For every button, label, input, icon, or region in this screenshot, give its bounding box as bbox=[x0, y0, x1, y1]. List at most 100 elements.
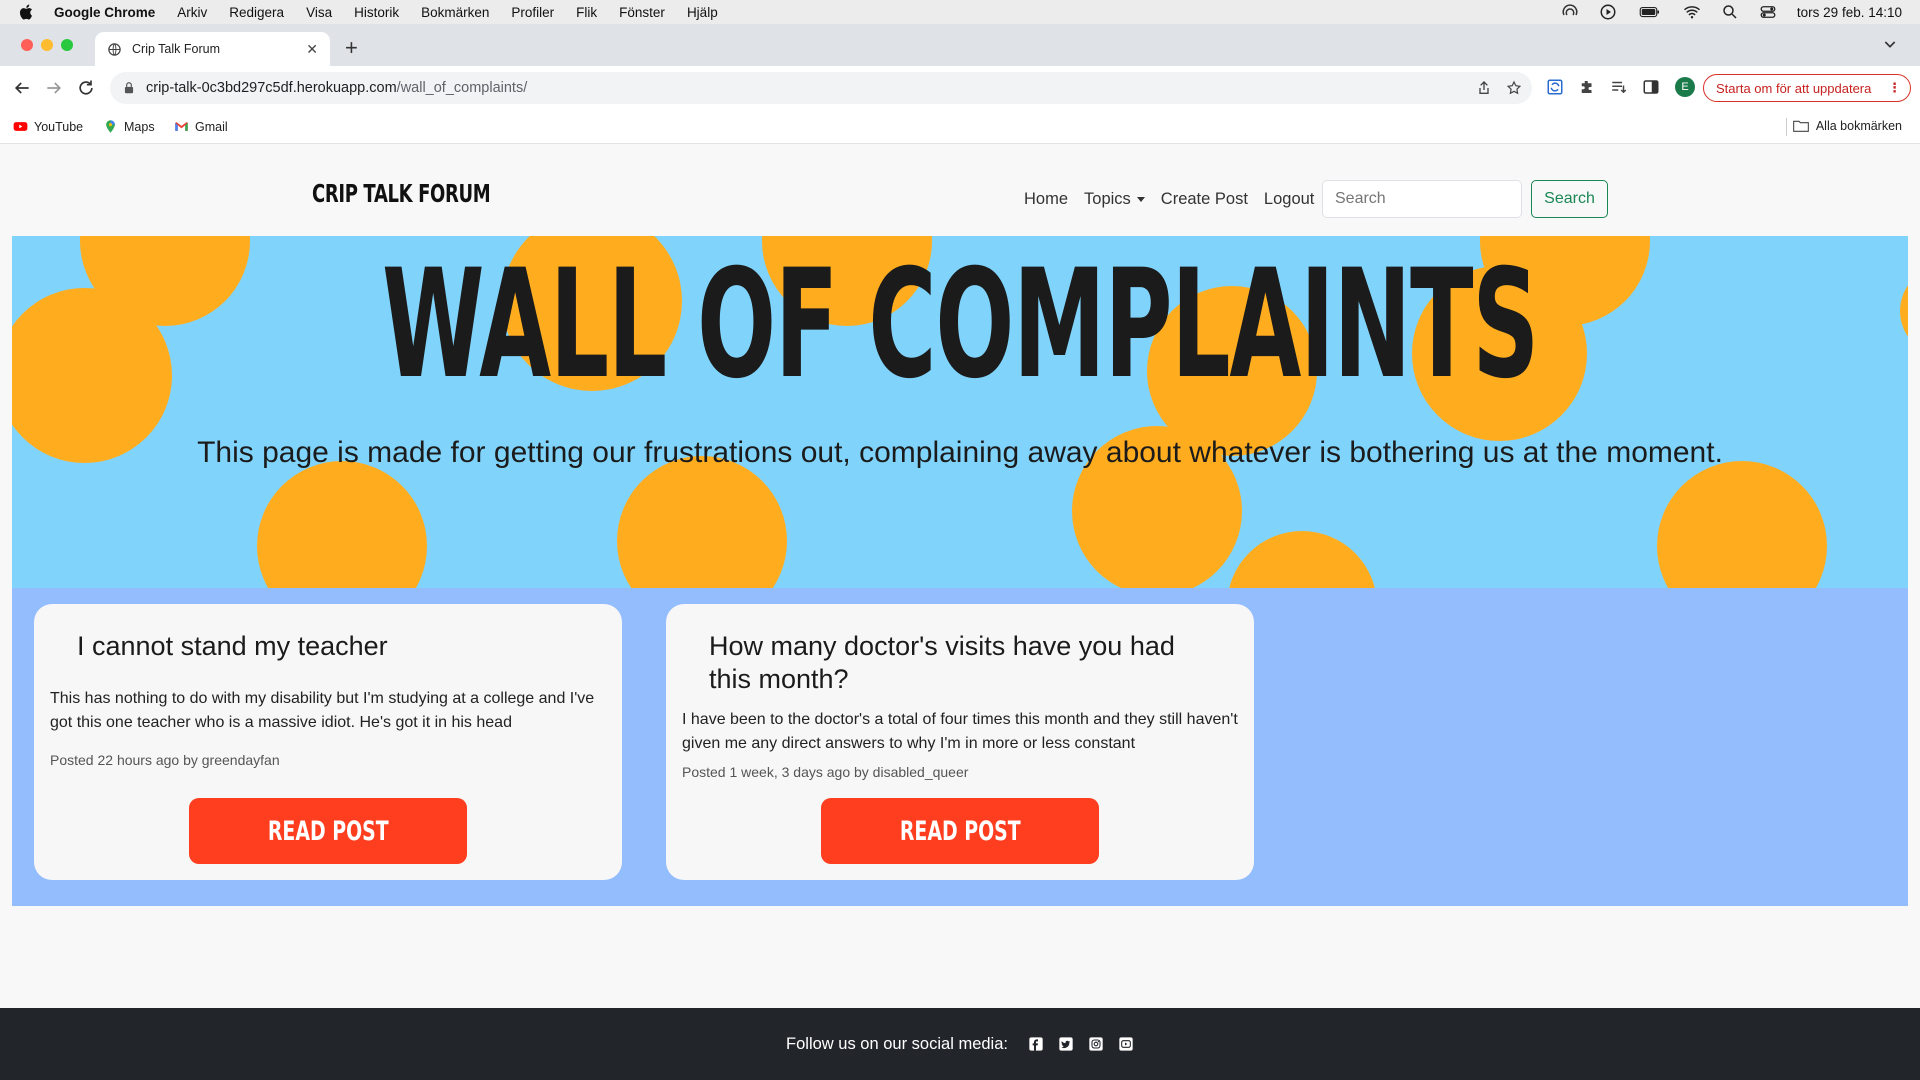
globe-icon bbox=[108, 42, 121, 56]
side-panel-icon[interactable] bbox=[1642, 78, 1660, 96]
share-icon[interactable] bbox=[1476, 80, 1492, 96]
tab-close-icon[interactable]: ✕ bbox=[306, 41, 318, 58]
youtube-icon[interactable] bbox=[1118, 1036, 1134, 1052]
all-bookmarks-button[interactable]: Alla bokmärken bbox=[1792, 119, 1902, 133]
post-excerpt: This has nothing to do with my disabilit… bbox=[50, 690, 595, 731]
post-excerpt: I have been to the doctor's a total of f… bbox=[682, 711, 1238, 752]
read-post-label: READ POST bbox=[899, 815, 1021, 847]
post-meta: Posted 1 week, 3 days ago by disabled_qu… bbox=[682, 764, 969, 780]
posts-section: I cannot stand my teacher This has nothi… bbox=[12, 588, 1908, 906]
battery-icon[interactable] bbox=[1637, 3, 1663, 21]
decorative-dot bbox=[257, 461, 427, 588]
read-post-label: READ POST bbox=[267, 815, 389, 847]
facebook-icon[interactable] bbox=[1028, 1036, 1044, 1052]
back-arrow-icon[interactable] bbox=[12, 78, 32, 98]
post-title: I cannot stand my teacher bbox=[77, 631, 388, 661]
extensions-puzzle-icon[interactable] bbox=[1578, 78, 1596, 96]
bookmark-youtube[interactable]: YouTube bbox=[13, 119, 83, 134]
twitter-icon[interactable] bbox=[1058, 1036, 1074, 1052]
nav-topics-label: Topics bbox=[1084, 190, 1131, 208]
bookmark-star-icon[interactable] bbox=[1506, 80, 1522, 96]
footer-text: Follow us on our social media: bbox=[786, 1034, 1008, 1053]
url-host: crip-talk-0c3bd297c5df.herokuapp.com bbox=[146, 80, 397, 96]
reading-list-icon[interactable] bbox=[1610, 78, 1628, 96]
post-title: How many doctor's visits have you had th… bbox=[709, 631, 1175, 694]
window-minimize-button[interactable] bbox=[41, 39, 53, 51]
window-close-button[interactable] bbox=[21, 39, 33, 51]
menu-bokmarken[interactable]: Bokmärken bbox=[421, 5, 489, 20]
apple-icon[interactable] bbox=[18, 3, 36, 21]
menu-redigera[interactable]: Redigera bbox=[229, 5, 284, 20]
bookmark-youtube-label: YouTube bbox=[34, 119, 84, 134]
all-bookmarks-label: Alla bokmärken bbox=[1815, 119, 1902, 133]
menu-fonster[interactable]: Fönster bbox=[619, 5, 665, 20]
address-bar[interactable]: crip-talk-0c3bd297c5df.herokuapp.com/wal… bbox=[110, 72, 1532, 104]
bookmark-maps[interactable]: Maps bbox=[103, 119, 155, 134]
menu-historik[interactable]: Historik bbox=[354, 5, 399, 20]
decorative-dot bbox=[1657, 461, 1827, 588]
bookmark-gmail-label: Gmail bbox=[195, 119, 228, 134]
folder-icon bbox=[1792, 120, 1809, 132]
menu-visa[interactable]: Visa bbox=[306, 5, 332, 20]
search-input[interactable] bbox=[1322, 180, 1522, 218]
new-tab-button[interactable]: + bbox=[345, 35, 358, 61]
site-brand[interactable]: CRIP TALK FORUM bbox=[312, 179, 491, 208]
browser-tab-strip: Crip Talk Forum ✕ + bbox=[0, 24, 1920, 66]
profile-avatar[interactable]: E bbox=[1675, 77, 1695, 97]
forward-arrow-icon[interactable] bbox=[44, 78, 64, 98]
caret-down-icon bbox=[1136, 197, 1145, 203]
nav-links: Home Topics Create Post Logout bbox=[1024, 190, 1330, 209]
site-info-icon[interactable] bbox=[122, 81, 136, 95]
page-subtitle: This page is made for getting our frustr… bbox=[197, 436, 1723, 469]
spotlight-search-icon[interactable] bbox=[1721, 3, 1739, 21]
menu-flik[interactable]: Flik bbox=[576, 5, 597, 20]
nav-home[interactable]: Home bbox=[1024, 190, 1068, 209]
hero-banner: WALL OF COMPLAINTS This page is made for… bbox=[12, 236, 1908, 588]
decorative-dot bbox=[1227, 531, 1377, 588]
search-button[interactable]: Search bbox=[1531, 180, 1608, 218]
menu-app-name[interactable]: Google Chrome bbox=[54, 5, 155, 20]
nav-logout[interactable]: Logout bbox=[1264, 190, 1314, 209]
macos-menubar: Google Chrome Arkiv Redigera Visa Histor… bbox=[0, 0, 1920, 24]
post-meta: Posted 22 hours ago by greendayfan bbox=[50, 752, 280, 768]
control-center-icon[interactable] bbox=[1759, 3, 1777, 21]
reload-icon[interactable] bbox=[76, 78, 96, 98]
decorative-dot bbox=[617, 456, 787, 588]
play-icon[interactable] bbox=[1599, 3, 1617, 21]
restart-update-label: Starta om för att uppdatera bbox=[1716, 80, 1872, 96]
decorative-dot bbox=[1900, 266, 1908, 356]
restart-update-button[interactable]: Starta om för att uppdatera ⋮ bbox=[1703, 74, 1911, 102]
read-post-button[interactable]: READ POST bbox=[821, 798, 1099, 864]
tab-title: Crip Talk Forum bbox=[132, 42, 220, 56]
tab-search-chevron-icon[interactable] bbox=[1882, 36, 1898, 52]
menu-profiler[interactable]: Profiler bbox=[511, 5, 554, 20]
instagram-icon[interactable] bbox=[1088, 1036, 1104, 1052]
more-menu-icon[interactable]: ⋮ bbox=[1888, 80, 1901, 96]
site-footer: Follow us on our social media: bbox=[0, 1008, 1920, 1080]
airplay-icon[interactable] bbox=[1561, 3, 1579, 21]
post-card: I cannot stand my teacher This has nothi… bbox=[34, 604, 622, 880]
window-zoom-button[interactable] bbox=[61, 39, 73, 51]
wifi-icon[interactable] bbox=[1683, 3, 1701, 21]
social-links bbox=[1028, 1036, 1134, 1052]
bookmark-maps-label: Maps bbox=[124, 119, 155, 134]
bookmarks-divider bbox=[1786, 118, 1787, 136]
maps-pin-icon bbox=[106, 120, 115, 133]
read-post-button[interactable]: READ POST bbox=[189, 798, 467, 864]
bookmark-gmail[interactable]: Gmail bbox=[174, 119, 228, 134]
site-navbar: CRIP TALK FORUM Home Topics Create Post … bbox=[0, 144, 1920, 236]
menubar-clock[interactable]: tors 29 feb. 14:10 bbox=[1797, 5, 1902, 20]
menu-hjalp[interactable]: Hjälp bbox=[687, 5, 718, 20]
browser-tab[interactable]: Crip Talk Forum ✕ bbox=[95, 32, 330, 66]
nav-create-post[interactable]: Create Post bbox=[1161, 190, 1248, 209]
url-path: /wall_of_complaints/ bbox=[396, 80, 528, 96]
page-viewport: CRIP TALK FORUM Home Topics Create Post … bbox=[0, 144, 1920, 1080]
post-card: How many doctor's visits have you had th… bbox=[666, 604, 1254, 880]
bookmarks-bar: YouTube Maps Gmail Alla bokmärken bbox=[0, 110, 1920, 144]
menu-arkiv[interactable]: Arkiv bbox=[177, 5, 207, 20]
gmail-icon bbox=[175, 122, 188, 131]
page-title: WALL OF COMPLAINTS bbox=[381, 238, 1539, 412]
nav-topics-dropdown[interactable]: Topics bbox=[1084, 190, 1145, 209]
browser-toolbar: crip-talk-0c3bd297c5df.herokuapp.com/wal… bbox=[0, 66, 1920, 110]
extension-sync-icon[interactable] bbox=[1546, 78, 1564, 96]
